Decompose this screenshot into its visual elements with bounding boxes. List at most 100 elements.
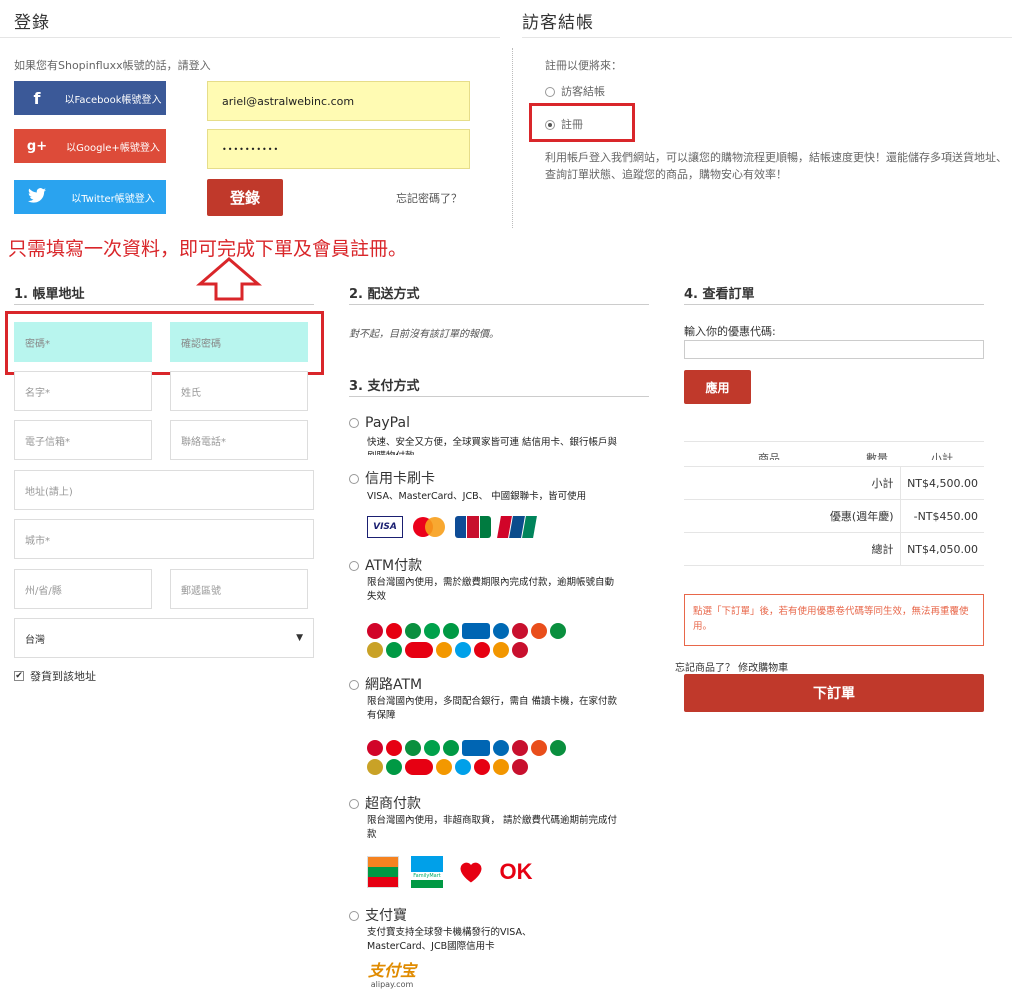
bank-logo <box>493 759 509 775</box>
edit-cart-link[interactable]: 忘記商品了？ 修改購物車 <box>675 659 788 674</box>
radio-icon[interactable] <box>349 799 359 809</box>
country-select[interactable]: 台灣 ▼ <box>14 618 314 658</box>
radio-icon[interactable] <box>349 418 359 428</box>
row-label: 總計 <box>684 532 901 566</box>
bank-logo <box>443 623 459 639</box>
payment-desc: 限台灣國內使用，多間配合銀行，需自 備讀卡機，在家付款有保障 <box>367 696 618 721</box>
billing-title: 1. 帳單地址 <box>14 287 85 302</box>
password-field[interactable]: •••••••••• <box>207 129 470 169</box>
radio-icon[interactable] <box>545 87 555 97</box>
payment-name: ATM付款 <box>365 558 423 574</box>
payment-name: 超商付款 <box>365 796 421 812</box>
facebook-login-button[interactable]: f 以Facebook帳號登入 <box>14 81 166 115</box>
column-header-product: 商品 <box>758 452 780 460</box>
email-input[interactable]: 電子信箱* <box>14 420 152 460</box>
payment-option-alipay[interactable]: 支付寶 <box>349 905 407 925</box>
payment-option-convenience-store[interactable]: 超商付款 <box>349 793 421 813</box>
payment-option-credit-card[interactable]: 信用卡刷卡 <box>349 468 435 488</box>
place-order-button[interactable]: 下訂單 <box>684 674 984 712</box>
bank-logo <box>462 740 490 756</box>
card-logos: VISA <box>367 516 537 538</box>
bank-logo <box>386 740 402 756</box>
payment-name: 支付寶 <box>365 908 407 924</box>
divider <box>522 37 1012 38</box>
row-label: 優惠(週年慶) <box>684 499 901 533</box>
last-name-input[interactable]: 姓氏 <box>170 371 308 411</box>
row-value: NT$4,050.00 <box>900 532 984 566</box>
radio-icon[interactable] <box>349 474 359 484</box>
payment-option-paypal[interactable]: PayPal <box>349 415 410 431</box>
divider <box>684 304 984 305</box>
bank-logo <box>405 623 421 639</box>
bank-logo <box>367 740 383 756</box>
up-arrow-icon <box>196 257 262 301</box>
shipping-notice: 對不起，目前沒有該訂單的報價。 <box>349 329 499 340</box>
bank-logo <box>367 642 383 658</box>
bank-logo <box>493 623 509 639</box>
address-input[interactable]: 地址(請上) <box>14 470 314 510</box>
login-button[interactable]: 登錄 <box>207 179 283 216</box>
column-divider <box>512 48 513 228</box>
login-subtitle: 如果您有Shopinfluxx帳號的話，請登入 <box>14 59 211 72</box>
payment-desc: 限台灣國內使用，需於繳費期限內完成付款，逾期帳號自動失效 <box>367 577 615 602</box>
table-row: 總計 NT$4,050.00 <box>684 532 984 566</box>
checkbox-checked-icon[interactable]: ✔ <box>14 671 24 681</box>
radio-icon[interactable] <box>349 561 359 571</box>
familymart-logo: FamilyMart <box>411 856 443 888</box>
bank-logo <box>405 642 433 658</box>
visa-logo: VISA <box>367 516 403 538</box>
payment-name: PayPal <box>365 415 410 431</box>
bank-logos <box>367 623 577 658</box>
guest-checkout-option[interactable]: 訪客結帳 <box>545 83 605 99</box>
bank-logo <box>474 642 490 658</box>
twitter-icon <box>14 187 60 207</box>
bank-logo <box>405 759 433 775</box>
bank-logo <box>550 740 566 756</box>
divider <box>14 304 314 305</box>
bank-logo <box>493 642 509 658</box>
bank-logo <box>512 759 528 775</box>
ship-to-address-label: 發貨到該地址 <box>30 670 96 683</box>
payment-desc: 限台灣國內使用，非超商取貨， 請於繳費代碼逾期前完成付款 <box>367 815 618 840</box>
register-description: 利用帳戶登入我們網站，可以讓您的購物流程更順暢，結帳速度更快！還能儲存多項送貨地… <box>545 151 1007 181</box>
ship-to-address-checkbox[interactable]: ✔ 發貨到該地址 <box>14 668 96 684</box>
coupon-label: 輸入你的優惠代碼: <box>684 325 776 338</box>
forgot-password-link[interactable]: 忘記密碼了？ <box>396 190 462 206</box>
bank-logo <box>512 623 528 639</box>
radio-icon[interactable] <box>349 680 359 690</box>
payment-title: 3. 支付方式 <box>349 379 420 394</box>
bank-logo <box>405 740 421 756</box>
city-input[interactable]: 城市* <box>14 519 314 559</box>
alipay-logo-text: 支付宝 <box>368 961 417 980</box>
radio-icon[interactable] <box>349 911 359 921</box>
zip-input[interactable]: 郵遞區號 <box>170 569 308 609</box>
payment-option-web-atm[interactable]: 網路ATM <box>349 674 422 694</box>
column-header-qty: 數量 <box>866 452 888 460</box>
payment-desc: VISA、MasterCard、JCB、 中國銀聯卡，皆可使用 <box>367 491 587 502</box>
ok-mart-logo: OK <box>499 859 533 884</box>
apply-coupon-button[interactable]: 應用 <box>684 370 751 404</box>
twitter-login-label: 以Twitter帳號登入 <box>71 193 155 205</box>
bank-logo <box>512 740 528 756</box>
google-plus-icon: g+ <box>26 138 48 154</box>
highlight-box-password <box>5 311 324 375</box>
email-field[interactable]: ariel@astralwebinc.com <box>207 81 470 121</box>
state-input[interactable]: 州/省/縣 <box>14 569 152 609</box>
first-name-input[interactable]: 名字* <box>14 371 152 411</box>
payment-desc: 快速、安全又方便，全球買家皆可連 結信用卡、銀行帳戶與刷購物付款 <box>367 437 618 455</box>
bank-logo <box>367 759 383 775</box>
payment-desc: 支付寶支持全球發卡機構發行的VISA、MasterCard、JCB國際信用卡 <box>367 927 532 952</box>
bank-logo <box>462 623 490 639</box>
payment-name: 信用卡刷卡 <box>365 471 435 487</box>
bank-logo <box>455 759 471 775</box>
divider <box>349 304 649 305</box>
coupon-input[interactable] <box>684 340 984 359</box>
phone-input[interactable]: 聯絡電話* <box>170 420 308 460</box>
twitter-login-button[interactable]: 以Twitter帳號登入 <box>14 180 166 214</box>
google-login-button[interactable]: g+ 以Google+帳號登入 <box>14 129 166 163</box>
bank-logo <box>386 759 402 775</box>
facebook-icon: f <box>33 88 41 108</box>
payment-option-atm[interactable]: ATM付款 <box>349 555 422 575</box>
bank-logo <box>493 740 509 756</box>
bank-logo <box>367 623 383 639</box>
